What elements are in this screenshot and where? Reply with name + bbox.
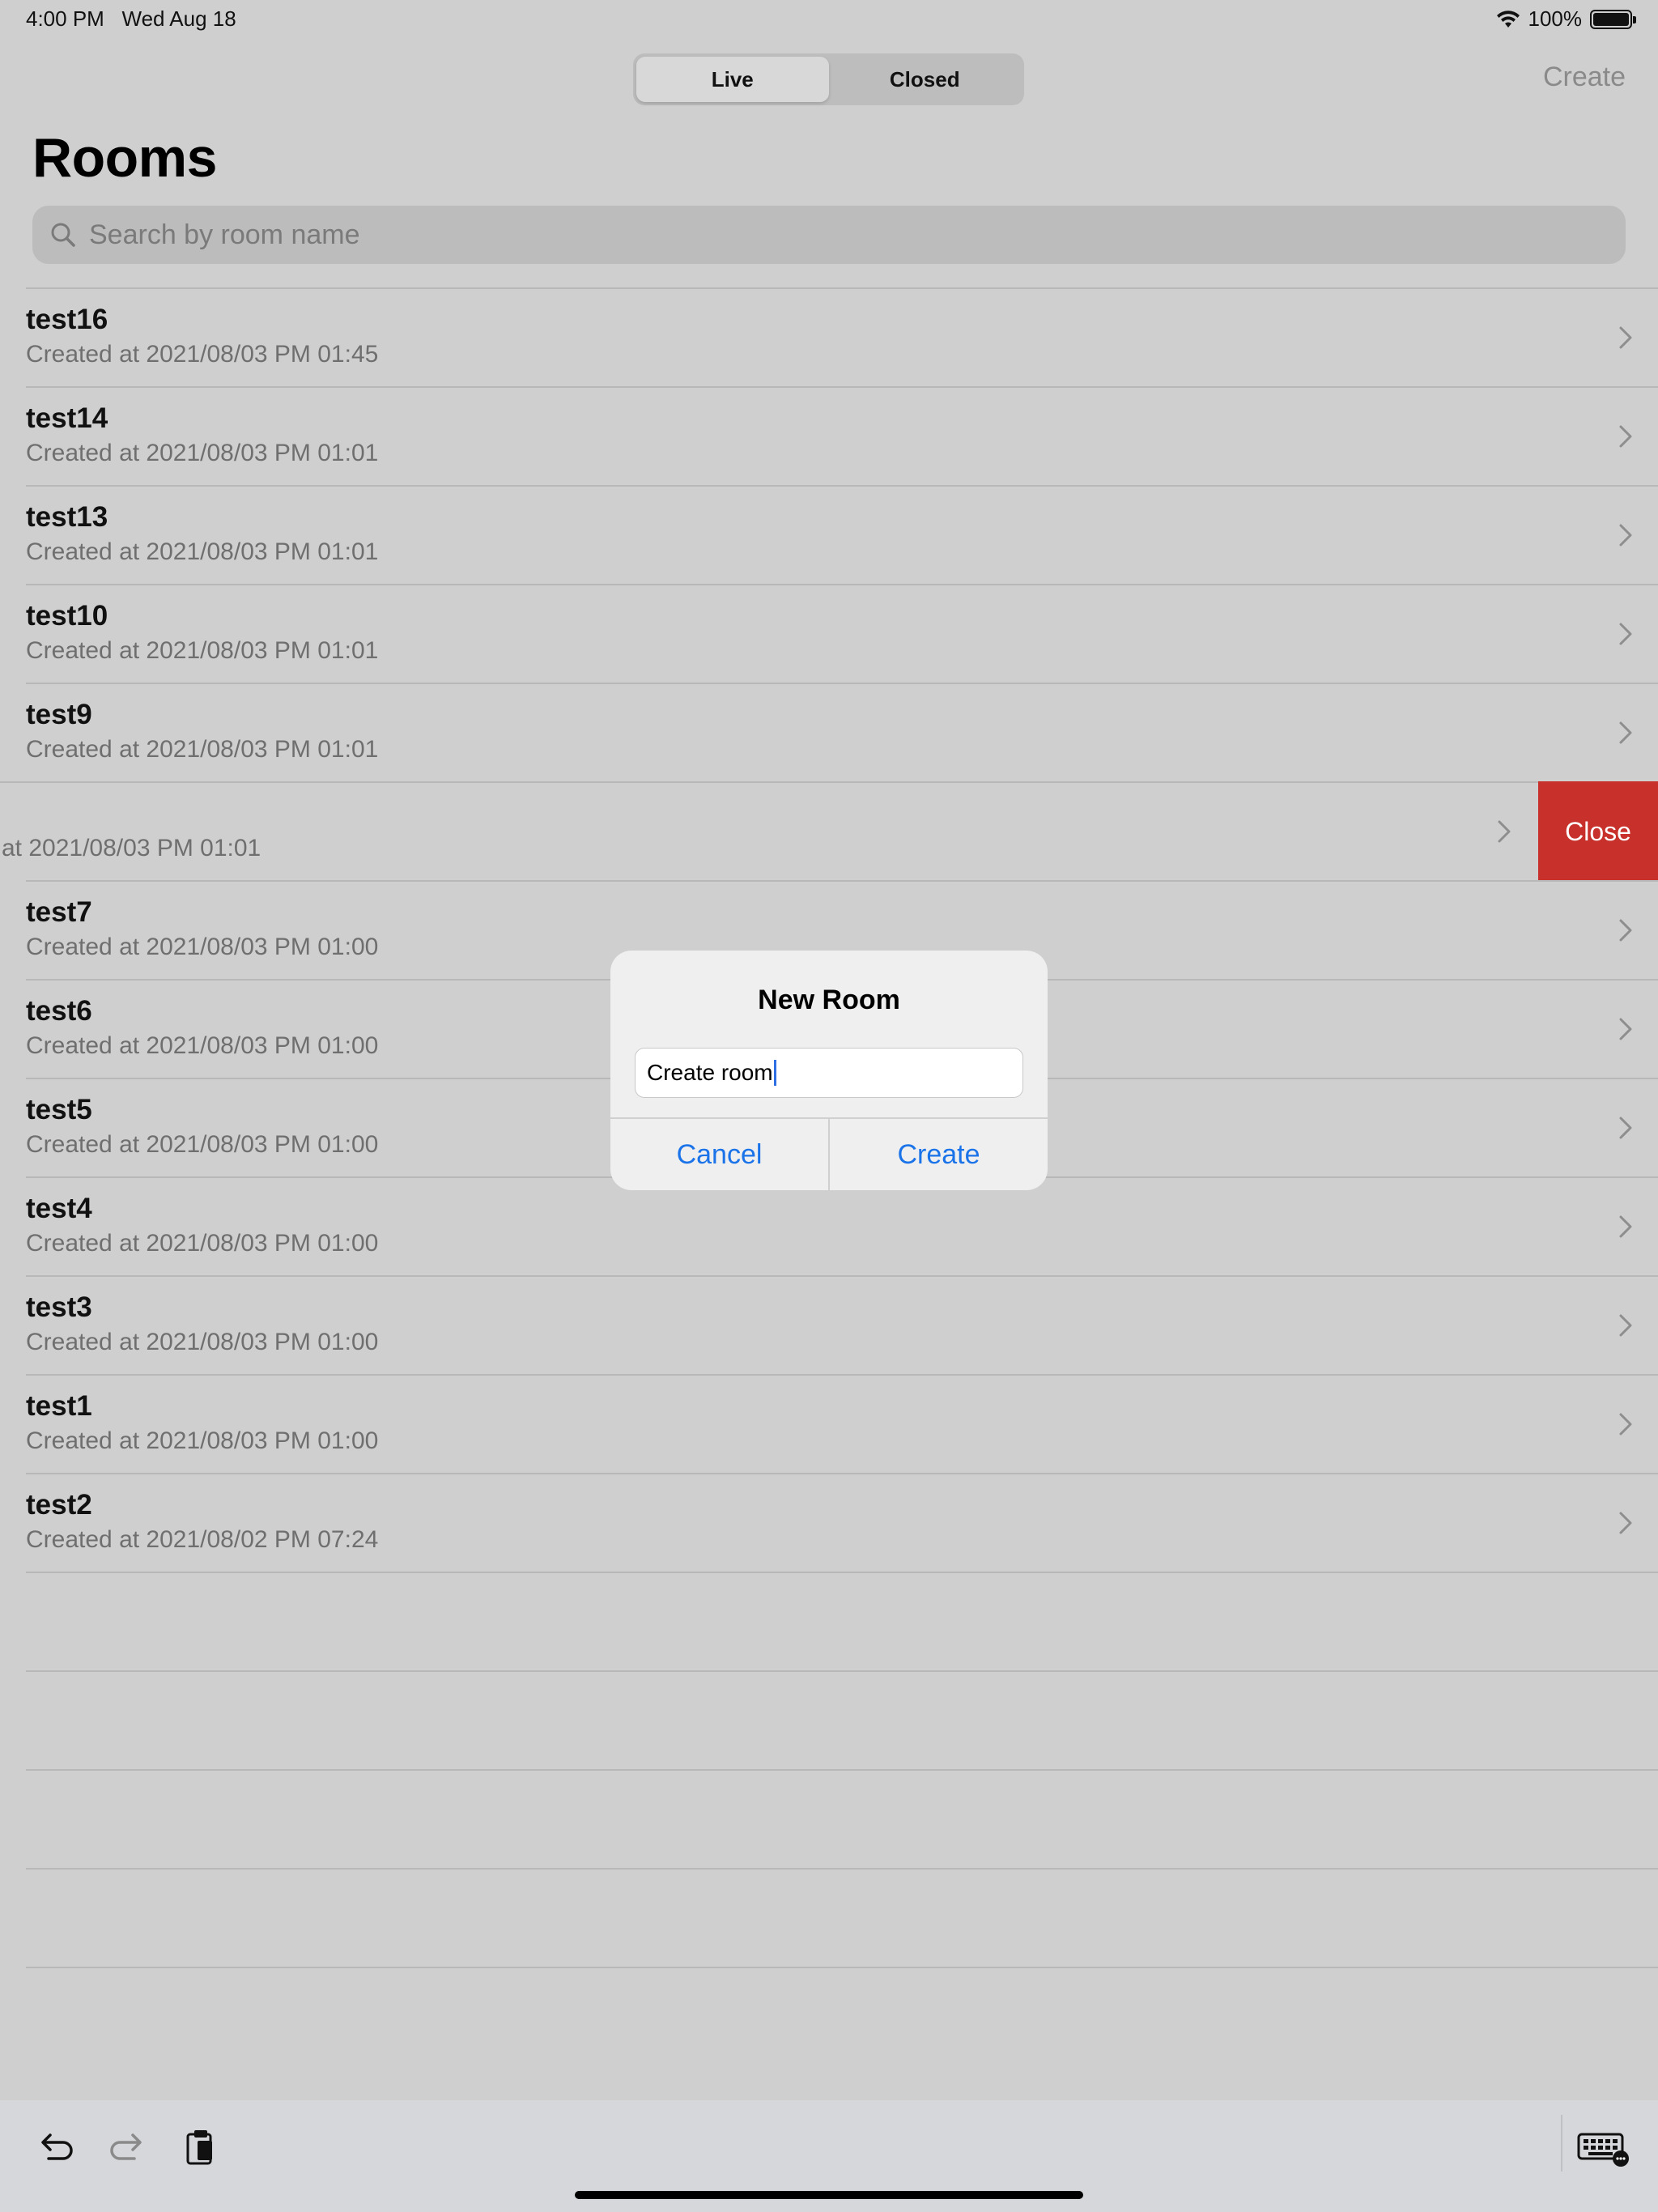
- text-cursor: [773, 1060, 776, 1086]
- room-row-swiped[interactable]: at 2021/08/03 PM 01:01 Close: [0, 781, 1658, 882]
- close-room-button[interactable]: Close: [1538, 781, 1658, 882]
- empty-row: [26, 1572, 1658, 1670]
- room-name: test10: [26, 600, 108, 632]
- room-row[interactable]: test1 Created at 2021/08/03 PM 01:00: [26, 1374, 1658, 1473]
- status-time-text: 4:00 PM: [26, 6, 104, 31]
- room-created: Created at 2021/08/03 PM 01:01: [26, 736, 379, 763]
- empty-row: [26, 1868, 1658, 1967]
- chevron-right-icon: [1619, 1018, 1632, 1040]
- toolbar-divider: [1561, 2115, 1562, 2172]
- room-created: Created at 2021/08/02 PM 07:24: [26, 1526, 379, 1553]
- redo-icon[interactable]: [108, 2126, 147, 2168]
- chevron-right-icon: [1619, 1413, 1632, 1436]
- search-bar[interactable]: [32, 206, 1626, 264]
- dialog-buttons: Cancel Create: [610, 1117, 1048, 1190]
- chevron-right-icon: [1619, 1512, 1632, 1534]
- room-name: test2: [26, 1489, 92, 1521]
- room-row[interactable]: test10 Created at 2021/08/03 PM 01:01: [26, 584, 1658, 683]
- room-created: Created at 2021/08/03 PM 01:00: [26, 934, 379, 960]
- room-row[interactable]: test9 Created at 2021/08/03 PM 01:01: [26, 683, 1658, 781]
- status-indicators: 100%: [1496, 6, 1636, 32]
- segment-live[interactable]: Live: [636, 57, 829, 102]
- room-row[interactable]: test16 Created at 2021/08/03 PM 01:45: [26, 287, 1658, 386]
- room-name-field-value: Create room: [647, 1060, 773, 1085]
- search-input[interactable]: [89, 219, 1546, 251]
- search-icon: [51, 223, 75, 247]
- room-created: Created at 2021/08/03 PM 01:01: [26, 440, 379, 466]
- room-created: Created at 2021/08/03 PM 01:00: [26, 1427, 379, 1454]
- live-closed-segmented-control: Live Closed: [633, 53, 1024, 105]
- battery-icon: [1590, 9, 1636, 29]
- chevron-right-icon: [1619, 623, 1632, 645]
- room-name: test13: [26, 501, 108, 533]
- room-row[interactable]: test13 Created at 2021/08/03 PM 01:01: [26, 485, 1658, 584]
- chevron-right-icon: [1619, 721, 1632, 744]
- room-name: test3: [26, 1291, 92, 1323]
- room-name: test4: [26, 1193, 92, 1224]
- room-name: test1: [26, 1390, 92, 1422]
- chevron-right-icon: [1619, 1215, 1632, 1238]
- undo-icon[interactable]: [36, 2126, 74, 2168]
- room-created: Created at 2021/08/03 PM 01:00: [26, 1131, 379, 1158]
- room-created: Created at 2021/08/03 PM 01:01: [26, 637, 379, 664]
- new-room-dialog: New Room Create room Cancel Create: [610, 951, 1048, 1190]
- cancel-button[interactable]: Cancel: [610, 1119, 828, 1190]
- status-time: 4:00 PM Wed Aug 18: [26, 6, 236, 32]
- room-name: test9: [26, 699, 92, 730]
- battery-percent: 100%: [1528, 6, 1583, 31]
- paste-icon[interactable]: [181, 2126, 220, 2168]
- room-row[interactable]: test14 Created at 2021/08/03 PM 01:01: [26, 386, 1658, 485]
- empty-row: [26, 1670, 1658, 1769]
- room-created: Created at 2021/08/03 PM 01:00: [26, 1230, 379, 1257]
- room-created: Created at 2021/08/03 PM 01:01: [26, 538, 379, 565]
- chevron-right-icon: [1619, 425, 1632, 448]
- room-row[interactable]: test2 Created at 2021/08/02 PM 07:24: [26, 1473, 1658, 1572]
- room-name: test14: [26, 402, 108, 434]
- segment-closed[interactable]: Closed: [829, 57, 1022, 102]
- room-created: Created at 2021/08/03 PM 01:45: [26, 341, 379, 368]
- battery-fill: [1593, 12, 1629, 26]
- keyboard-icon[interactable]: [1577, 2126, 1630, 2168]
- room-name: test6: [26, 995, 92, 1027]
- empty-row: [26, 1967, 1658, 2065]
- room-name: test5: [26, 1094, 92, 1125]
- chevron-right-icon: [1498, 820, 1511, 843]
- page-title: Rooms: [32, 127, 217, 189]
- status-bar: 4:00 PM Wed Aug 18 100%: [0, 0, 1658, 39]
- room-created: Created at 2021/08/03 PM 01:00: [26, 1032, 379, 1059]
- chevron-right-icon: [1619, 326, 1632, 349]
- room-created: Created at 2021/08/03 PM 01:00: [26, 1329, 379, 1355]
- nav-create-button[interactable]: Create: [1543, 62, 1626, 93]
- chevron-right-icon: [1619, 524, 1632, 547]
- status-date-text: Wed Aug 18: [121, 6, 236, 31]
- room-row[interactable]: test3 Created at 2021/08/03 PM 01:00: [26, 1275, 1658, 1374]
- chevron-right-icon: [1619, 919, 1632, 942]
- chevron-right-icon: [1619, 1314, 1632, 1337]
- room-row[interactable]: test4 Created at 2021/08/03 PM 01:00: [26, 1176, 1658, 1275]
- chevron-right-icon: [1619, 1117, 1632, 1139]
- room-created: at 2021/08/03 PM 01:01: [2, 835, 261, 861]
- empty-row: [26, 1769, 1658, 1868]
- home-indicator: [575, 2191, 1083, 2199]
- create-button[interactable]: Create: [828, 1119, 1048, 1190]
- dialog-title: New Room: [758, 985, 900, 1015]
- room-name-field[interactable]: Create room: [635, 1048, 1023, 1098]
- room-name: test7: [26, 896, 92, 928]
- room-name: test16: [26, 304, 108, 335]
- wifi-icon: [1496, 10, 1520, 28]
